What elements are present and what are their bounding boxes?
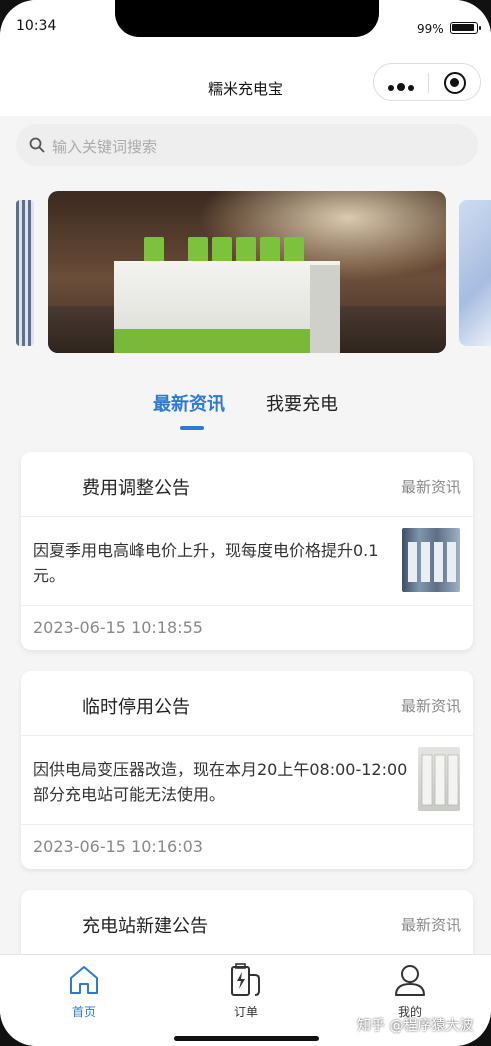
battery-percent: 99% [417, 22, 444, 36]
news-card-header: 费用调整公告 最新资讯 [21, 452, 473, 517]
tab-active-underline [180, 426, 204, 430]
search-input[interactable]: 输入关键词搜索 [16, 124, 478, 166]
tabbar-home[interactable]: 首页 [44, 961, 124, 1019]
status-bar: 10:34 99% [0, 0, 491, 54]
news-card[interactable]: 费用调整公告 最新资讯 因夏季用电高峰电价上升，现每度电价格提升0.1元。 20… [21, 452, 473, 650]
news-category: 最新资讯 [400, 697, 461, 715]
news-card[interactable]: 临时停用公告 最新资讯 因供电局变压器改造，现在本月20上午08:00-12:0… [21, 671, 473, 869]
news-tabs: 最新资讯 我要充电 [0, 390, 491, 434]
tabbar-orders[interactable]: 订单 [206, 961, 286, 1019]
more-icon[interactable] [388, 76, 418, 91]
news-category: 最新资讯 [400, 478, 461, 496]
search-icon [29, 137, 45, 153]
news-card-header: 临时停用公告 最新资讯 [21, 671, 473, 736]
card-divider [21, 605, 473, 606]
card-divider [21, 824, 473, 825]
home-indicator [174, 1036, 319, 1041]
news-title: 费用调整公告 [82, 478, 190, 499]
user-icon [395, 965, 425, 996]
news-body: 因夏季用电高峰电价上升，现每度电价格提升0.1元。 [33, 541, 379, 585]
phone-screen: 10:34 99% 糯米充电宝 输入关键词搜索 最新资讯 我要充电 费用调整公告… [0, 0, 491, 1046]
search-placeholder: 输入关键词搜索 [52, 138, 158, 156]
tab-latest-news[interactable]: 最新资讯 [153, 390, 225, 416]
news-thumbnail [418, 747, 460, 811]
tabbar-orders-label: 订单 [233, 1005, 258, 1019]
home-icon [70, 966, 98, 994]
close-target-icon[interactable] [444, 72, 466, 94]
banner-image[interactable] [48, 191, 446, 353]
news-title: 充电站新建公告 [82, 916, 208, 937]
status-time: 10:34 [16, 18, 57, 34]
battery-icon [450, 22, 481, 34]
tabbar-mine[interactable]: 我的 [370, 961, 450, 1019]
tab-charge[interactable]: 我要充电 [266, 390, 338, 416]
prev-banner-peek[interactable] [16, 200, 34, 346]
carousel-indicator [203, 343, 263, 353]
news-date: 2023-06-15 10:18:55 [33, 618, 203, 637]
news-thumbnail [402, 528, 460, 592]
news-title: 临时停用公告 [82, 697, 190, 718]
next-banner-peek[interactable] [459, 200, 491, 346]
capsule-divider [428, 73, 429, 93]
news-category: 最新资讯 [400, 916, 461, 934]
news-card-header: 充电站新建公告 最新资讯 [21, 890, 473, 955]
banner-carousel[interactable] [0, 190, 491, 355]
news-date: 2023-06-15 10:16:03 [33, 837, 203, 856]
news-body: 因供电局变压器改造，现在本月20上午08:00-12:00部分充电站可能无法使用… [33, 760, 408, 804]
mini-program-capsule [373, 63, 481, 101]
notch [115, 0, 379, 37]
watermark: 知乎 @程序猿大波 [357, 1018, 474, 1034]
nav-bar: 糯米充电宝 [0, 54, 491, 116]
tabbar-home-label: 首页 [71, 1005, 96, 1019]
charging-order-icon [231, 963, 260, 996]
